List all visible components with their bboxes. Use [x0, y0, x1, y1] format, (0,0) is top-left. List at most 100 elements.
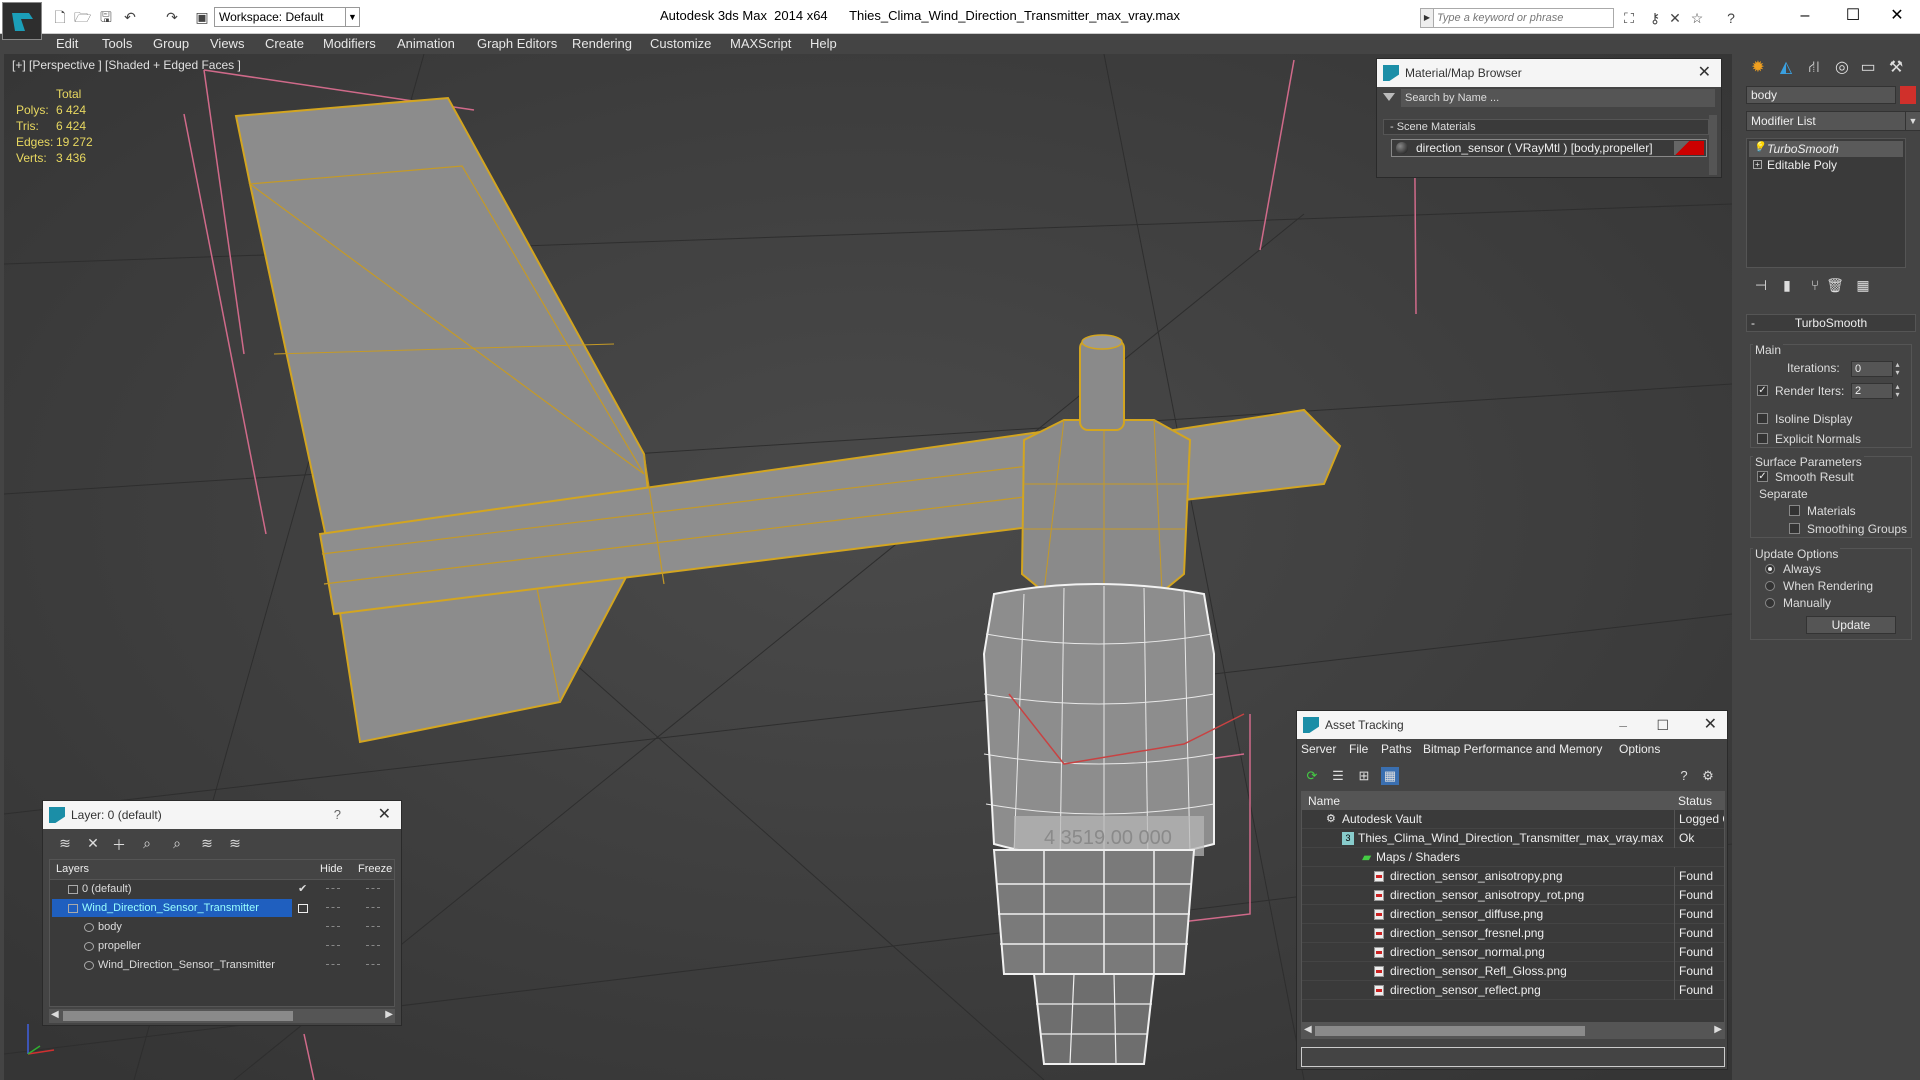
search-input[interactable]: Type a keyword or phrase [1420, 8, 1614, 28]
create-layer-icon[interactable]: ≋ [55, 835, 75, 853]
smooth-result-checkbox[interactable]: ✓ [1757, 471, 1768, 482]
help-icon[interactable]: ? [1675, 767, 1693, 785]
modifier-list-dropdown[interactable]: Modifier List ▼ [1746, 111, 1920, 131]
turbosmooth-rollout-header[interactable]: - TurboSmooth [1746, 314, 1916, 332]
update-when-rendering-row[interactable]: When Rendering [1765, 578, 1873, 594]
menu-edit[interactable]: Edit [56, 36, 78, 51]
context-help-icon[interactable]: ⚙ [1699, 767, 1717, 785]
asset-row[interactable]: 3 Thies_Clima_Wind_Direction_Transmitter… [1302, 829, 1724, 848]
layer-manager-titlebar[interactable]: Layer: 0 (default) ? ✕ [43, 801, 401, 829]
caret-down-icon[interactable] [1383, 93, 1395, 101]
menu-group[interactable]: Group [153, 36, 189, 51]
scroll-right-icon[interactable]: ▶ [1714, 1024, 1722, 1035]
utilities-tab-icon[interactable]: ⚒ [1884, 56, 1908, 80]
column-hide[interactable]: Hide [320, 863, 343, 875]
column-name[interactable]: Name [1308, 794, 1340, 808]
column-layers[interactable]: Layers [56, 863, 89, 875]
create-tab-icon[interactable]: ✹ [1746, 56, 1770, 80]
redo-icon[interactable]: ↷ [164, 9, 180, 25]
render-iters-spinner[interactable]: 2 [1851, 382, 1904, 399]
subscription-icon[interactable]: ✕ [1666, 10, 1684, 27]
freeze-all-layers-icon[interactable]: ≋ [225, 835, 245, 853]
scroll-left-icon[interactable]: ◀ [1304, 1024, 1312, 1035]
layer-row[interactable]: Wind_Direction_Sensor_Transmitter [50, 956, 394, 974]
hide-toggle[interactable] [326, 964, 340, 966]
table-view-icon[interactable]: ▦ [1381, 767, 1399, 785]
separate-smoothing-groups-checkbox[interactable] [1789, 523, 1800, 534]
pin-stack-icon[interactable]: ⊣ [1752, 276, 1770, 294]
asset-row[interactable]: direction_sensor_Refl_Gloss.png Found [1302, 962, 1724, 981]
asset-menu-file[interactable]: File [1349, 742, 1368, 756]
modify-tab-icon[interactable]: ◭ [1774, 56, 1798, 80]
show-end-result-icon[interactable]: ▮ [1778, 276, 1796, 294]
menu-customize[interactable]: Customize [650, 36, 711, 51]
menu-rendering[interactable]: Rendering [572, 36, 632, 51]
menu-help[interactable]: Help [810, 36, 837, 51]
menu-graph-editors[interactable]: Graph Editors [477, 36, 557, 51]
freeze-toggle[interactable] [366, 907, 380, 909]
remove-modifier-icon[interactable]: 🗑 [1826, 276, 1844, 294]
menu-animation[interactable]: Animation [397, 36, 455, 51]
stack-item-editable-poly[interactable]: + Editable Poly [1749, 157, 1903, 173]
scrollbar-thumb[interactable] [1315, 1026, 1585, 1036]
material-search-input[interactable]: Search by Name ... [1401, 89, 1715, 107]
maximize-icon[interactable]: ☐ [1656, 711, 1669, 739]
hide-toggle[interactable] [326, 945, 340, 947]
hide-toggle[interactable] [326, 907, 340, 909]
asset-menu-bitmap-performance[interactable]: Bitmap Performance and Memory [1423, 742, 1602, 756]
help-icon[interactable]: ? [334, 801, 341, 829]
isoline-display-checkbox[interactable] [1757, 413, 1768, 424]
close-icon[interactable]: ✕ [1704, 711, 1717, 739]
update-always-radio[interactable] [1765, 564, 1775, 574]
asset-row[interactable]: direction_sensor_reflect.png Found [1302, 981, 1724, 1000]
binoculars-icon[interactable]: ⛶ [1620, 10, 1638, 27]
menu-modifiers[interactable]: Modifiers [323, 36, 376, 51]
asset-tracking-titlebar[interactable]: Asset Tracking – ☐ ✕ [1297, 711, 1727, 739]
material-browser-titlebar[interactable]: Material/Map Browser ✕ [1377, 59, 1721, 87]
highlight-layer-icon[interactable]: ⌕ [167, 835, 187, 853]
workspace-dropdown[interactable]: Workspace: Default ▼ [214, 7, 360, 27]
asset-row[interactable]: direction_sensor_anisotropy.png Found [1302, 867, 1724, 886]
project-folder-icon[interactable]: ▣ [194, 9, 210, 25]
render-iters-checkbox[interactable]: ✓ [1757, 385, 1768, 396]
asset-path-field[interactable] [1301, 1047, 1725, 1067]
hide-all-layers-icon[interactable]: ≋ [197, 835, 217, 853]
make-current-checkbox[interactable] [298, 904, 308, 913]
search-arrow-icon[interactable]: ▶ [1420, 8, 1434, 28]
iterations-spinner[interactable]: 0 [1851, 360, 1904, 377]
separate-materials-row[interactable]: Materials [1789, 503, 1856, 519]
update-button[interactable]: Update [1806, 616, 1896, 634]
app-menu-button[interactable] [2, 2, 42, 40]
horizontal-scrollbar[interactable]: ◀ ▶ [1301, 1023, 1725, 1039]
new-file-icon[interactable]: 🗋 [52, 9, 68, 25]
expand-plus-icon[interactable]: + [1753, 160, 1762, 169]
scene-materials-rollout[interactable]: - Scene Materials [1383, 119, 1709, 135]
active-layer-check-icon[interactable]: ✔ [298, 880, 307, 898]
asset-menu-paths[interactable]: Paths [1381, 742, 1412, 756]
render-iters-row[interactable]: ✓ Render Iters: [1757, 383, 1844, 399]
scroll-left-icon[interactable]: ◀ [51, 1009, 59, 1020]
favorites-star-icon[interactable]: ☆ [1688, 10, 1706, 27]
delete-layer-icon[interactable]: ✕ [83, 835, 103, 853]
material-entry[interactable]: direction_sensor ( VRayMtl ) [body,prope… [1391, 139, 1707, 157]
viewport-label[interactable]: [+] [Perspective ] [Shaded + Edged Faces… [12, 58, 241, 72]
object-name-field[interactable]: body [1746, 86, 1896, 104]
layer-row[interactable]: 0 (default) ✔ [50, 880, 394, 898]
display-tab-icon[interactable]: ▭ [1856, 56, 1880, 80]
update-manually-radio[interactable] [1765, 598, 1775, 608]
asset-menu-server[interactable]: Server [1301, 742, 1336, 756]
menu-maxscript[interactable]: MAXScript [730, 36, 791, 51]
hide-toggle[interactable] [326, 926, 340, 928]
menu-views[interactable]: Views [210, 36, 244, 51]
asset-row[interactable]: direction_sensor_normal.png Found [1302, 943, 1724, 962]
undo-icon[interactable]: ↶ [122, 9, 138, 25]
configure-sets-icon[interactable]: ▦ [1854, 276, 1872, 294]
minimize-icon[interactable]: – [1619, 711, 1627, 739]
freeze-toggle[interactable] [366, 945, 380, 947]
menu-tools[interactable]: Tools [102, 36, 132, 51]
horizontal-scrollbar[interactable]: ◀ ▶ [49, 1009, 395, 1023]
open-file-icon[interactable]: 🗁 [74, 9, 91, 25]
refresh-icon[interactable]: ⟳ [1303, 767, 1321, 785]
hide-toggle[interactable] [326, 888, 340, 890]
close-button[interactable]: ✕ [1874, 2, 1920, 30]
